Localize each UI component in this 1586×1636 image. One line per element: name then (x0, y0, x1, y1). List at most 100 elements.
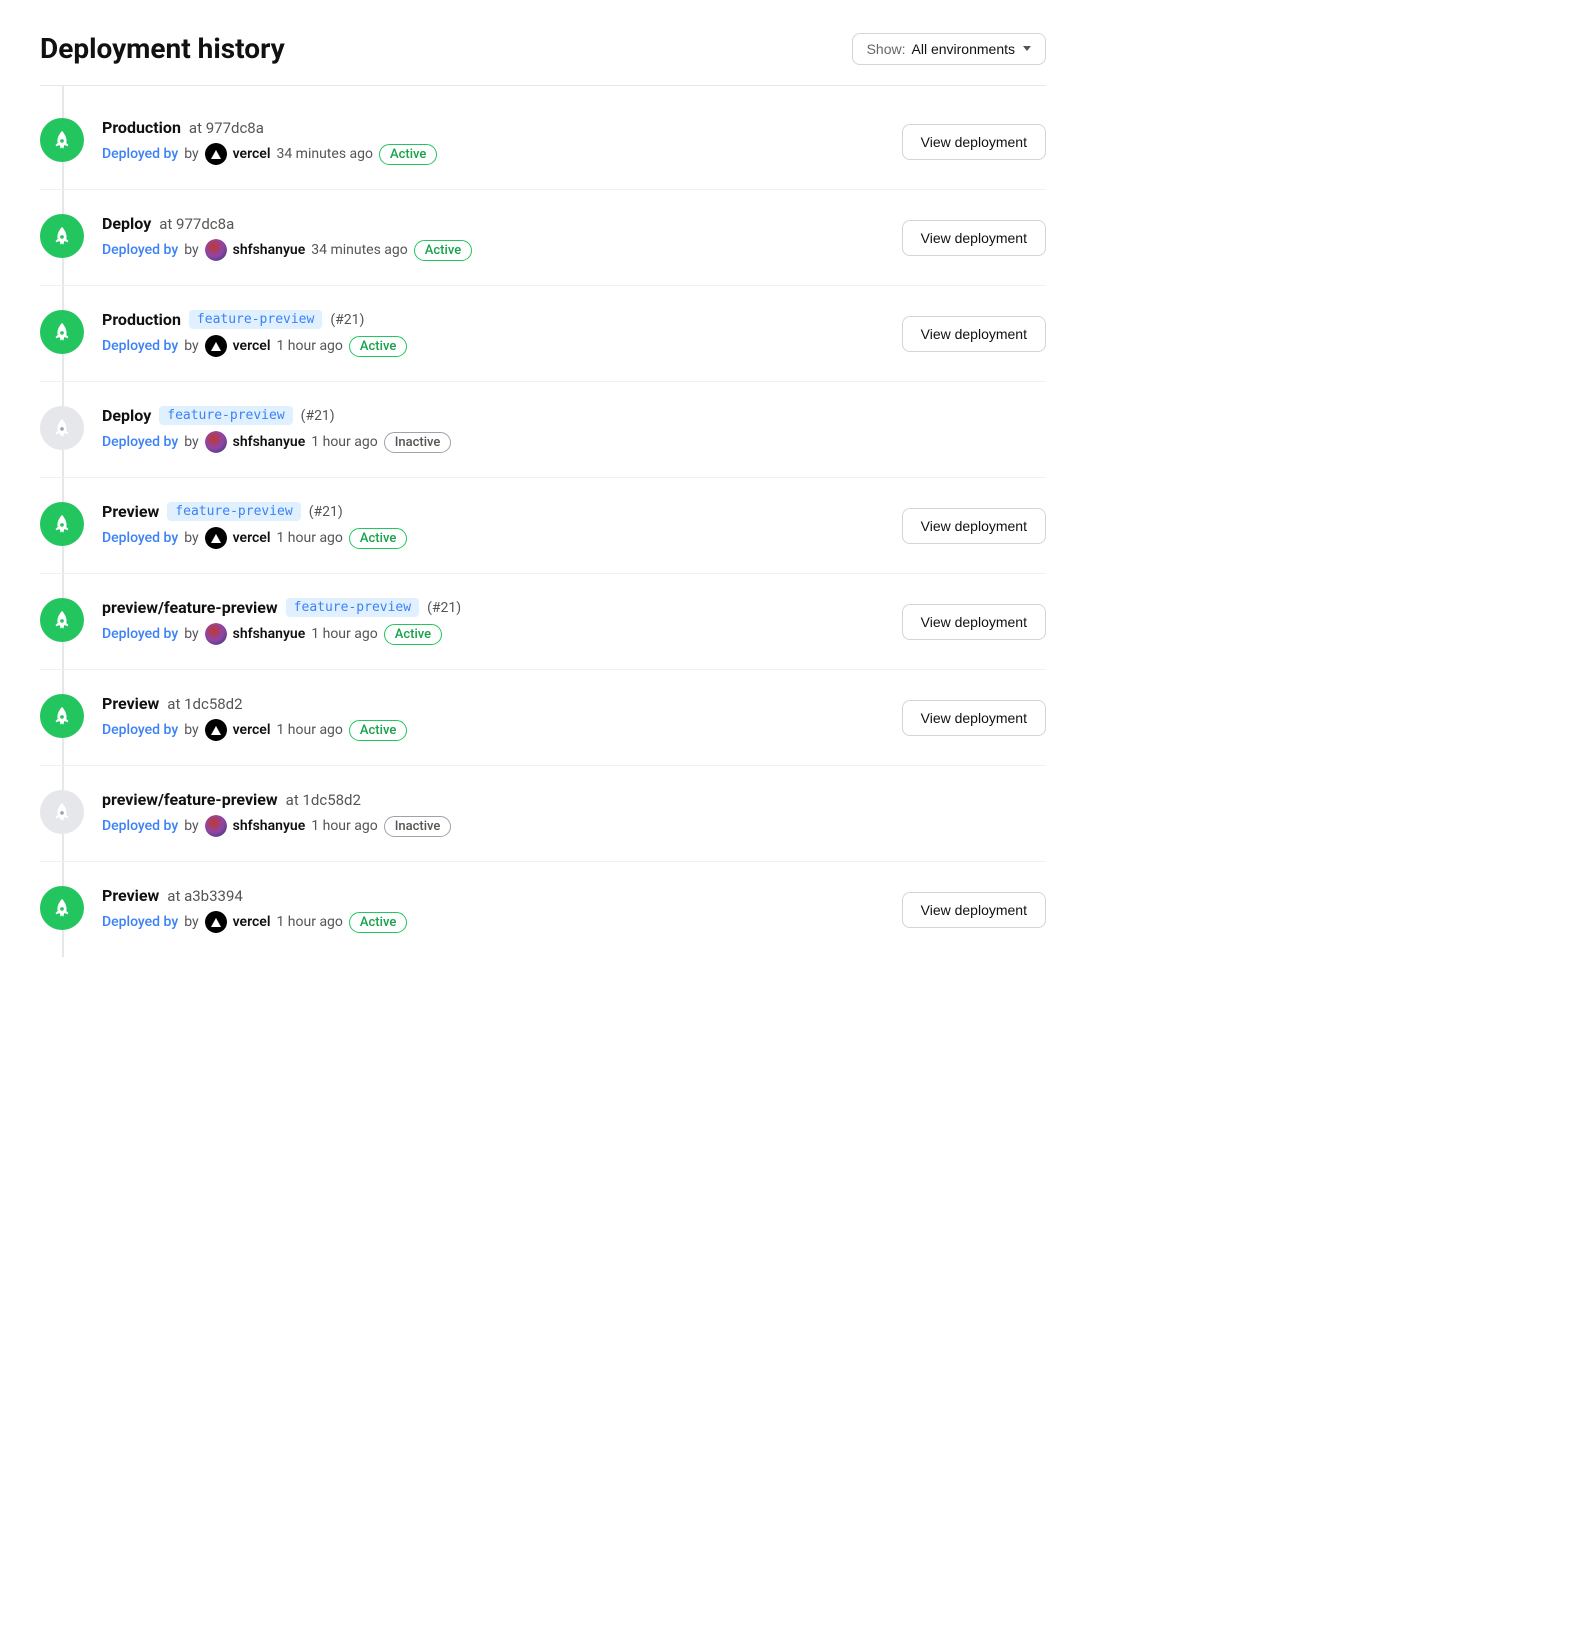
deployed-label: Deployed by (102, 434, 178, 450)
filter-value: All environments (912, 41, 1016, 57)
pr-reference: (#21) (301, 408, 335, 424)
deployment-time: 1 hour ago (311, 626, 377, 642)
status-badge: Active (349, 720, 407, 741)
deployment-time: 1 hour ago (276, 914, 342, 930)
deployment-status-icon (40, 694, 84, 738)
deployment-meta-row: Deployed bybyshfshanyue34 minutes agoAct… (102, 239, 902, 261)
deployment-hash: at a3b3394 (167, 887, 243, 905)
deployer-avatar (205, 719, 227, 741)
deployment-info: Previewfeature-preview(#21) Deployed by by… (102, 502, 902, 549)
deployment-environment: Production (102, 310, 181, 329)
deployer-name: shfshanyue (233, 626, 306, 642)
deployment-timeline: Production at 977dc8a Deployed by by vercel 3… (40, 86, 1046, 957)
deployer-by-text: by (184, 242, 198, 258)
deployment-time: 34 minutes ago (276, 146, 373, 162)
view-deployment-button[interactable]: View deployment (902, 604, 1046, 640)
deployer-name: vercel (233, 146, 271, 162)
deployment-info: Productionfeature-preview(#21) Deployed b… (102, 310, 902, 357)
deployment-name-row: Deployfeature-preview(#21) (102, 406, 906, 425)
deployment-time: 1 hour ago (276, 338, 342, 354)
deployment-item: Productionfeature-preview(#21) Deployed b… (40, 286, 1046, 382)
deployed-label: Deployed by (102, 338, 178, 354)
deployer-by-text: by (184, 530, 198, 546)
deployer-name: shfshanyue (233, 434, 306, 450)
deployer-name: vercel (233, 530, 271, 546)
deployment-name-row: Previewfeature-preview(#21) (102, 502, 902, 521)
deployment-environment: preview/feature-preview (102, 790, 278, 809)
chevron-down-icon (1023, 46, 1031, 51)
status-badge: Inactive (384, 816, 452, 837)
deployment-hash: at 977dc8a (159, 215, 234, 233)
deployment-item: preview/feature-preview feature-preview (#… (40, 574, 1046, 670)
deployment-item: preview/feature-previewat 1dc58d2Deploye… (40, 766, 1046, 862)
branch-tag: feature-preview (159, 406, 292, 425)
deployment-info: preview/feature-preview feature-preview (#… (102, 598, 902, 645)
deployment-item: Previewat 1dc58d2Deployed bybyvercel1 ho… (40, 670, 1046, 766)
branch-tag: feature-preview (167, 502, 300, 521)
deployment-status-icon (40, 886, 84, 930)
deployment-meta-row: Deployed bybyshfshanyue1 hour agoInactiv… (102, 431, 906, 453)
deployer-avatar (205, 911, 227, 933)
deployer-by-text: by (184, 722, 198, 738)
status-badge: Active (349, 912, 407, 933)
status-badge: Inactive (384, 432, 452, 453)
deployment-environment: preview/feature-preview (102, 598, 278, 617)
deployer-name: shfshanyue (233, 818, 306, 834)
deployed-label: Deployed by (102, 242, 178, 258)
deployment-status-icon (40, 406, 84, 450)
deployer-avatar (205, 239, 227, 261)
pr-reference: (#21) (427, 600, 461, 616)
deployment-status-icon (40, 502, 84, 546)
deployment-meta-row: Deployed bybyvercel1 hour agoActive (102, 335, 902, 357)
deployment-name-row: Productionfeature-preview(#21) (102, 310, 902, 329)
deployed-label: Deployed by (102, 626, 178, 642)
deployment-status-icon (40, 214, 84, 258)
deployment-name-row: preview/feature-previewat 1dc58d2 (102, 790, 906, 809)
view-deployment-button[interactable]: View deployment (902, 124, 1046, 160)
status-badge: Active (384, 624, 442, 645)
status-badge: Active (349, 528, 407, 549)
deployer-avatar (205, 143, 227, 165)
deployment-time: 1 hour ago (311, 434, 377, 450)
deployer-by-text: by (184, 914, 198, 930)
deployment-time: 1 hour ago (276, 530, 342, 546)
deployment-time: 34 minutes ago (311, 242, 408, 258)
branch-tag: feature-preview (286, 598, 419, 617)
deployment-info: Previewat 1dc58d2Deployed bybyvercel1 ho… (102, 694, 902, 741)
page-title: Deployment history (40, 32, 285, 65)
deployment-time: 1 hour ago (276, 722, 342, 738)
deployment-name-row: preview/feature-preview feature-preview (#… (102, 598, 902, 617)
deployment-environment: Preview (102, 886, 159, 905)
view-deployment-button[interactable]: View deployment (902, 508, 1046, 544)
deployer-avatar (205, 335, 227, 357)
deployed-label: Deployed by (102, 530, 178, 546)
deployment-item: Deployfeature-preview(#21)Deployed bybys… (40, 382, 1046, 478)
view-deployment-button[interactable]: View deployment (902, 700, 1046, 736)
deployer-by-text: by (184, 338, 198, 354)
deployer-name: vercel (233, 722, 271, 738)
deployment-meta-row: Deployed bybyvercel1 hour agoActive (102, 911, 902, 933)
environment-filter-button[interactable]: Show: All environments (852, 33, 1046, 65)
status-badge: Active (379, 144, 437, 165)
deployment-meta-row: Deployed bybyshfshanyue1 hour agoActive (102, 623, 902, 645)
deployer-name: vercel (233, 914, 271, 930)
deployer-avatar (205, 431, 227, 453)
deployment-hash: at 977dc8a (189, 119, 264, 137)
deployment-item: Productionat 977dc8aDeployed bybyvercel3… (40, 94, 1046, 190)
deployment-environment: Production (102, 118, 181, 137)
deployed-label: Deployed by (102, 146, 178, 162)
deployment-info: preview/feature-previewat 1dc58d2Deploye… (102, 790, 906, 837)
deployer-name: shfshanyue (233, 242, 306, 258)
deployment-info: Productionat 977dc8aDeployed bybyvercel3… (102, 118, 902, 165)
deployer-avatar (205, 623, 227, 645)
view-deployment-button[interactable]: View deployment (902, 316, 1046, 352)
view-deployment-button[interactable]: View deployment (902, 220, 1046, 256)
view-deployment-button[interactable]: View deployment (902, 892, 1046, 928)
deployment-meta-row: Deployed by by vercel 1 hour ago Active (102, 719, 902, 741)
deployment-environment: Preview (102, 694, 159, 713)
deployment-name-row: Preview at a3b3394 (102, 886, 902, 905)
deployment-name-row: Production at 977dc8a (102, 118, 902, 137)
deployment-meta-row: Deployed bybyvercel34 minutes agoActive (102, 143, 902, 165)
deployed-label: Deployed by (102, 722, 178, 738)
deployment-name-row: Deployat 977dc8a (102, 214, 902, 233)
